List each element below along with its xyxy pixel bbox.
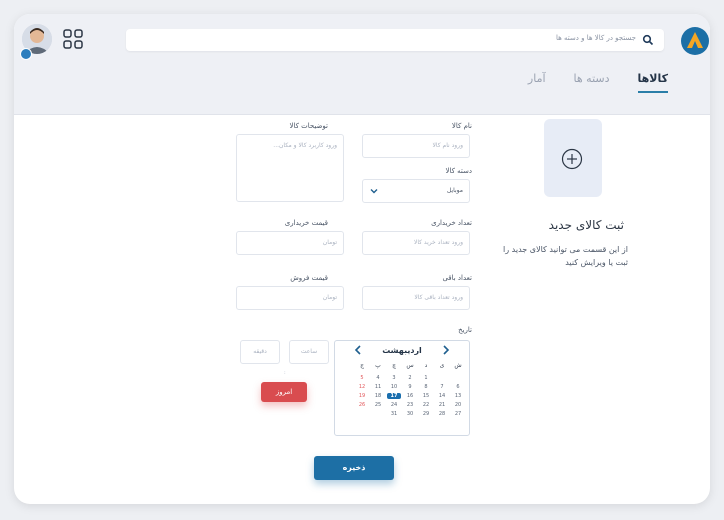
- calendar-day[interactable]: 28: [435, 411, 449, 417]
- calendar-day[interactable]: 30: [403, 411, 417, 417]
- calendar-weekday: س: [406, 362, 414, 369]
- chevron-left-icon[interactable]: [353, 344, 363, 356]
- add-image-button[interactable]: [544, 119, 602, 197]
- calendar-weekday: د: [424, 362, 428, 369]
- new-item-description: از این قسمت می توانید کالای جدید را ثبت …: [503, 245, 628, 267]
- calendar-weekday: چ: [392, 362, 396, 369]
- tab-categories[interactable]: دسته ها: [574, 72, 610, 93]
- save-button[interactable]: ذخیره: [314, 456, 394, 480]
- minute-field[interactable]: دقیقه: [240, 340, 280, 364]
- calendar-day[interactable]: 1: [419, 375, 433, 381]
- name-label: نام کالا: [451, 122, 472, 130]
- calendar-day[interactable]: 21: [435, 402, 449, 408]
- calendar-day[interactable]: 11: [371, 384, 385, 390]
- new-item-title: ثبت کالای جدید: [548, 218, 624, 232]
- calendar-day[interactable]: 23: [403, 402, 417, 408]
- remaining-count-field[interactable]: ورود تعداد باقی کالا: [362, 286, 470, 310]
- calendar-weekday: ش: [454, 362, 462, 369]
- calendar-day[interactable]: 14: [435, 393, 449, 399]
- calendar-day[interactable]: 4: [371, 375, 385, 381]
- header-bar: جستجو در کالا ها و دسته ها کالاها دسته ه…: [14, 14, 710, 115]
- purchase-price-label: قیمت خریداری: [284, 219, 328, 227]
- tab-products[interactable]: کالاها: [637, 72, 668, 93]
- purchase-price-placeholder: تومان: [322, 239, 337, 246]
- calendar-day[interactable]: 24: [387, 402, 401, 408]
- calendar-day[interactable]: 7: [435, 384, 449, 390]
- calendar-day[interactable]: 8: [419, 384, 433, 390]
- description-label: توضیحات کالا: [289, 122, 328, 130]
- category-select[interactable]: موبایل: [362, 179, 470, 203]
- calendar-day[interactable]: 18: [371, 393, 385, 399]
- tab-bar: کالاها دسته ها آمار: [528, 72, 668, 93]
- calendar-day[interactable]: 10: [387, 384, 401, 390]
- calendar-day[interactable]: 29: [419, 411, 433, 417]
- calendar-day[interactable]: 9: [403, 384, 417, 390]
- search-icon[interactable]: [642, 34, 654, 46]
- calendar-weekday: پ: [375, 362, 381, 369]
- calendar-day[interactable]: 6: [451, 384, 465, 390]
- description-field[interactable]: ورود کاربرد کالا و مکان...: [236, 134, 344, 202]
- calendar-day[interactable]: 26: [355, 402, 369, 408]
- calendar-day[interactable]: 25: [371, 402, 385, 408]
- purchase-count-field[interactable]: ورود تعداد خرید کالا: [362, 231, 470, 255]
- calendar-day[interactable]: 12: [355, 384, 369, 390]
- tab-stats[interactable]: آمار: [528, 72, 546, 93]
- sale-price-field[interactable]: تومان: [236, 286, 344, 310]
- calendar-day[interactable]: 20: [451, 402, 465, 408]
- grid-icon[interactable]: [62, 28, 84, 50]
- calendar-day[interactable]: 19: [355, 393, 369, 399]
- settings-badge-icon[interactable]: [20, 48, 32, 60]
- calendar-day[interactable]: 15: [419, 393, 433, 399]
- category-value: موبایل: [446, 187, 463, 194]
- calendar-weekday: ج: [360, 362, 364, 369]
- purchase-count-placeholder: ورود تعداد خرید کالا: [413, 239, 463, 246]
- sale-price-label: قیمت فروش: [290, 274, 328, 282]
- name-field[interactable]: ورود نام کالا: [362, 134, 470, 158]
- calendar-day[interactable]: 16: [403, 393, 417, 399]
- calendar-day[interactable]: 27: [451, 411, 465, 417]
- chevron-down-icon: [370, 189, 378, 194]
- main-card: جستجو در کالا ها و دسته ها کالاها دسته ه…: [14, 14, 710, 504]
- today-button[interactable]: امروز: [261, 382, 307, 402]
- name-placeholder: ورود نام کالا: [432, 142, 464, 149]
- calendar-day[interactable]: 2: [403, 375, 417, 381]
- app-logo-icon[interactable]: [680, 26, 710, 56]
- date-label: تاریخ: [458, 326, 472, 334]
- remaining-count-placeholder: ورود تعداد باقی کالا: [414, 294, 463, 301]
- calendar-weekday: ی: [439, 362, 445, 369]
- time-separator: :: [284, 370, 286, 376]
- purchase-price-field[interactable]: تومان: [236, 231, 344, 255]
- calendar-day[interactable]: 13: [451, 393, 465, 399]
- date-picker: اردیبهشت ش ی د س چ پ ج 1 2 3 4 5 6 7 8 9 10 11 12 13 14 15 16 1…: [334, 340, 470, 436]
- remaining-count-label: تعداد باقی: [442, 274, 472, 282]
- calendar-day[interactable]: 3: [387, 375, 401, 381]
- search-placeholder: جستجو در کالا ها و دسته ها: [555, 34, 636, 42]
- description-placeholder: ورود کاربرد کالا و مکان...: [273, 142, 337, 149]
- calendar-day[interactable]: 17: [387, 393, 401, 399]
- calendar-day[interactable]: 22: [419, 402, 433, 408]
- calendar-day[interactable]: 5: [355, 375, 369, 381]
- search-input[interactable]: جستجو در کالا ها و دسته ها: [126, 29, 664, 51]
- plus-circle-icon: [561, 148, 583, 170]
- sale-price-placeholder: تومان: [322, 294, 337, 301]
- hour-field[interactable]: ساعت: [289, 340, 329, 364]
- calendar-day[interactable]: 31: [387, 411, 401, 417]
- purchase-count-label: تعداد خریداری: [431, 219, 472, 227]
- category-label: دسته کالا: [445, 167, 472, 175]
